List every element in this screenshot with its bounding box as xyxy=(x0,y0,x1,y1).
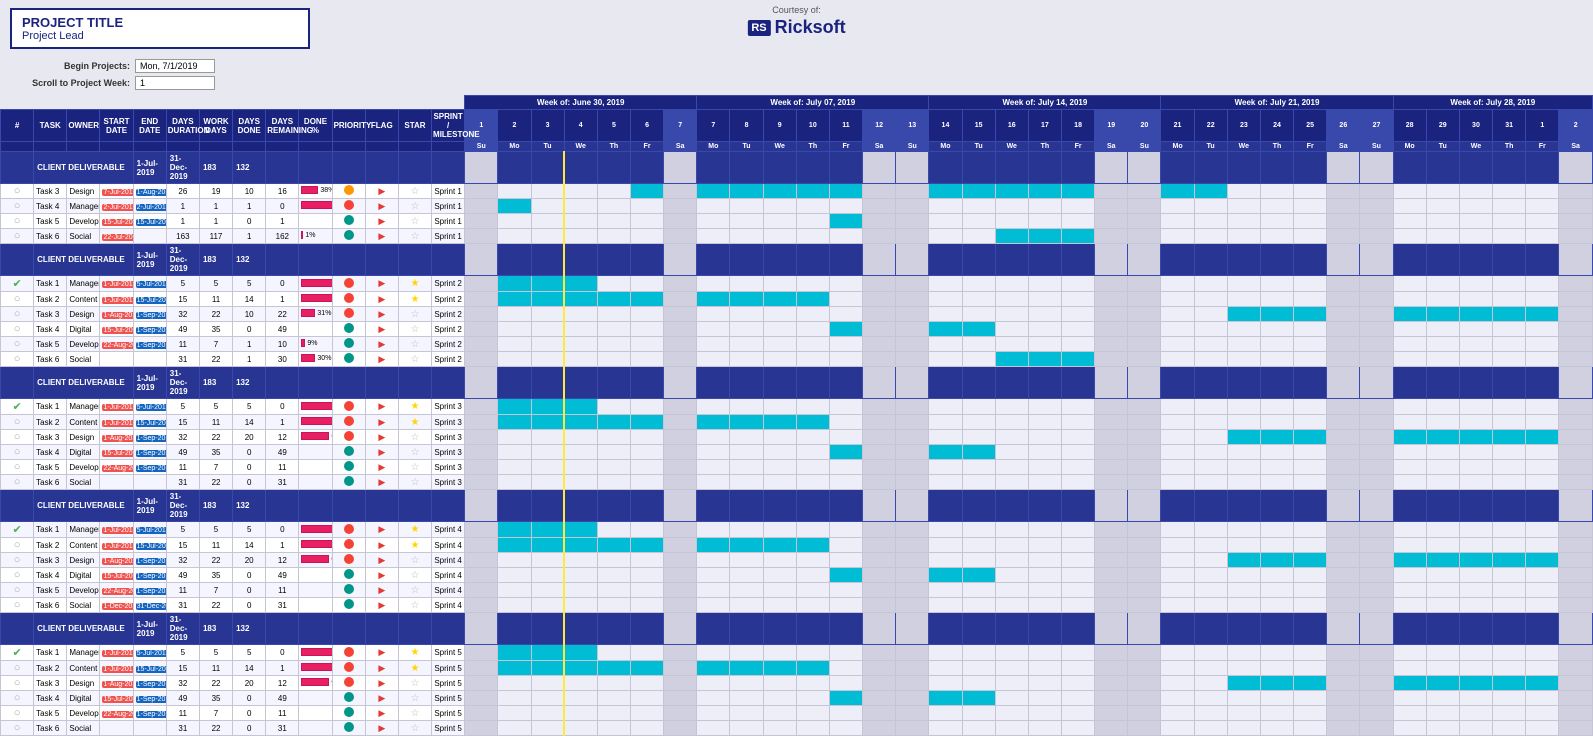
table-row: ○Task 5Development22-Aug-20191-Sep-20191… xyxy=(1,337,1593,352)
table-row: ○Task 2Content1-Jul-201915-Jul-201915111… xyxy=(1,538,1593,553)
courtesy-text: Courtesy of: xyxy=(747,5,845,15)
begin-projects-row: Begin Projects: xyxy=(10,59,1583,73)
table-row: ✔Task 1Management1-Jul-20195-Jul-2019555… xyxy=(1,645,1593,661)
scroll-week-label: Scroll to Project Week: xyxy=(10,78,130,88)
controls-area: Begin Projects: Scroll to Project Week: xyxy=(0,54,1593,95)
header-area: PROJECT TITLE Project Lead Courtesy of: … xyxy=(0,0,1593,54)
project-info-box: PROJECT TITLE Project Lead xyxy=(10,8,310,49)
table-row: ○Task 5Development22-Aug-20191-Sep-20191… xyxy=(1,583,1593,598)
table-row: ○Task 5Development15-Jul-201915-Jul-2019… xyxy=(1,214,1593,229)
project-lead: Project Lead xyxy=(22,30,298,42)
table-row: ○Task 4Management2-Jul-20192-Jul-2019111… xyxy=(1,199,1593,214)
begin-projects-input[interactable] xyxy=(135,59,215,73)
table-row: ○Task 3Design1-Aug-20191-Sep-20193222201… xyxy=(1,430,1593,445)
table-row: ○Task 6Social22-Jul-201916311711621%▶☆Sp… xyxy=(1,229,1593,244)
project-title: PROJECT TITLE xyxy=(22,15,298,30)
table-row: ✔Task 1Management1-Jul-20195-Jul-2019555… xyxy=(1,399,1593,415)
table-row: ○Task 6Social312213030%▶☆Sprint 2 xyxy=(1,352,1593,367)
deliverable-row: CLIENT DELIVERABLE1-Jul-201931-Dec-20191… xyxy=(1,152,1593,184)
table-row: ○Task 4Digital15-Jul-20191-Sep-201949350… xyxy=(1,568,1593,583)
table-row: ○Task 5Development22-Aug-20191-Sep-20191… xyxy=(1,460,1593,475)
table-row: ✔Task 1Management1-Jul-20195-Jul-2019555… xyxy=(1,276,1593,292)
scroll-week-row: Scroll to Project Week: xyxy=(10,76,1583,90)
courtesy-block: Courtesy of: RS Ricksoft xyxy=(747,5,845,38)
table-row: ○Task 3Design1-Aug-20191-Sep-20193222102… xyxy=(1,307,1593,322)
deliverable-row: CLIENT DELIVERABLE1-Jul-201931-Dec-20191… xyxy=(1,367,1593,399)
table-row: ○Task 6Social3122031▶☆Sprint 5 xyxy=(1,721,1593,736)
deliverable-row: CLIENT DELIVERABLE1-Jul-201931-Dec-20191… xyxy=(1,244,1593,276)
table-row: ○Task 3Design7-Jul-20191-Aug-20192619101… xyxy=(1,184,1593,199)
table-container: Week of: June 30, 2019Week of: July 07, … xyxy=(0,95,1593,736)
rs-badge: RS xyxy=(747,20,770,36)
ricksoft-name: Ricksoft xyxy=(775,17,846,38)
main-container: PROJECT TITLE Project Lead Courtesy of: … xyxy=(0,0,1593,736)
deliverable-row: CLIENT DELIVERABLE1-Jul-201931-Dec-20191… xyxy=(1,613,1593,645)
table-row: ○Task 2Content1-Jul-201915-Jul-201915111… xyxy=(1,661,1593,676)
table-row: ○Task 3Design1-Aug-20191-Sep-20193222201… xyxy=(1,676,1593,691)
scroll-week-input[interactable] xyxy=(135,76,215,90)
deliverable-row: CLIENT DELIVERABLE1-Jul-201931-Dec-20191… xyxy=(1,490,1593,522)
gantt-table: Week of: June 30, 2019Week of: July 07, … xyxy=(0,95,1593,736)
table-row: ○Task 3Design1-Aug-20191-Sep-20193222201… xyxy=(1,553,1593,568)
begin-projects-label: Begin Projects: xyxy=(10,61,130,71)
ricksoft-logo: RS Ricksoft xyxy=(747,17,845,38)
table-row: ○Task 4Digital15-Jul-20191-Sep-201949350… xyxy=(1,322,1593,337)
table-row: ✔Task 1Management1-Jul-20195-Jul-2019555… xyxy=(1,522,1593,538)
table-row: ○Task 2Content1-Jul-201915-Jul-201915111… xyxy=(1,292,1593,307)
table-row: ○Task 4Digital15-Jul-20191-Sep-201949350… xyxy=(1,445,1593,460)
table-row: ○Task 5Development22-Aug-20191-Sep-20191… xyxy=(1,706,1593,721)
table-row: ○Task 4Digital15-Jul-20191-Sep-201949350… xyxy=(1,691,1593,706)
table-row: ○Task 6Social1-Dec-201931-Dec-2019312203… xyxy=(1,598,1593,613)
table-row: ○Task 6Social3122031▶☆Sprint 3 xyxy=(1,475,1593,490)
table-row: ○Task 2Content1-Jul-201915-Jul-201915111… xyxy=(1,415,1593,430)
